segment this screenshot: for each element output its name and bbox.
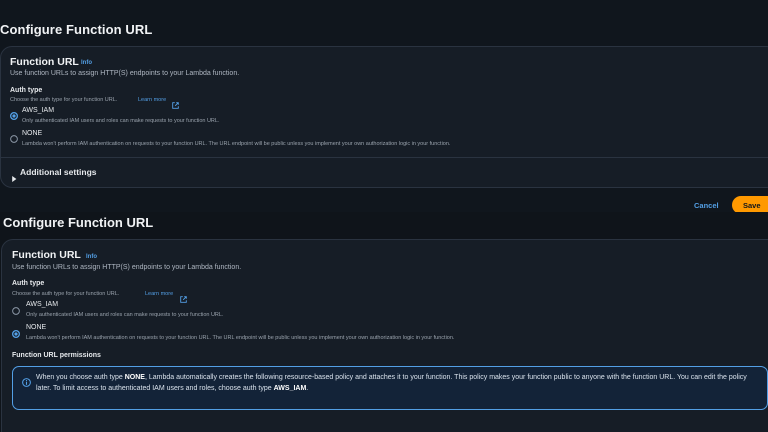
external-link-icon [180, 290, 187, 308]
alert-text-part3: . [306, 385, 309, 392]
learn-more-link[interactable]: Learn more [145, 291, 173, 297]
info-link[interactable]: Info [86, 254, 97, 260]
page-title: Configure Function URL [0, 22, 153, 37]
option-label-aws-iam[interactable]: AWS_IAM [26, 301, 58, 308]
top-panel: Configure Function URL Function URL Info… [0, 0, 768, 224]
radio-aws-iam[interactable] [10, 107, 18, 125]
option-desc-aws-iam: Only authenticated IAM users and roles c… [26, 312, 224, 318]
radio-none[interactable] [12, 325, 20, 343]
additional-settings-toggle[interactable]: Additional settings [20, 167, 97, 177]
auth-type-label: Auth type [12, 280, 45, 287]
info-alert-text: When you choose auth type NONE, Lambda a… [36, 372, 760, 394]
auth-type-hint: Choose the auth type for your function U… [10, 97, 118, 103]
card-divider [1, 157, 768, 158]
option-desc-none: Lambda won't perform IAM authentication … [22, 141, 451, 147]
option-label-none[interactable]: NONE [26, 324, 46, 331]
learn-more-link[interactable]: Learn more [138, 97, 166, 103]
caret-right-icon[interactable] [11, 169, 17, 187]
card-title: Function URL [12, 249, 81, 261]
auth-type-hint: Choose the auth type for your function U… [12, 291, 120, 297]
info-circle-icon [22, 374, 31, 392]
bottom-panel: Configure Function URL Function URL Info… [0, 212, 768, 432]
permissions-label: Function URL permissions [12, 352, 101, 359]
function-url-card [0, 46, 768, 188]
external-link-icon [172, 96, 179, 114]
info-link[interactable]: Info [81, 60, 92, 66]
auth-type-label: Auth type [10, 87, 43, 94]
radio-aws-iam[interactable] [12, 302, 20, 320]
radio-none[interactable] [10, 130, 18, 148]
option-desc-none: Lambda won't perform IAM authentication … [26, 335, 455, 341]
alert-text-aws-iam: AWS_IAM [273, 385, 307, 392]
option-label-aws-iam[interactable]: AWS_IAM [22, 107, 54, 114]
option-desc-aws-iam: Only authenticated IAM users and roles c… [22, 118, 220, 124]
page-title: Configure Function URL [3, 215, 154, 230]
card-description: Use function URLs to assign HTTP(S) endp… [10, 70, 240, 77]
card-description: Use function URLs to assign HTTP(S) endp… [12, 264, 242, 271]
cancel-button[interactable]: Cancel [694, 201, 719, 210]
card-title: Function URL [10, 56, 79, 68]
option-label-none[interactable]: NONE [22, 130, 42, 137]
screenshot-stage: Configure Function URL Function URL Info… [0, 0, 768, 432]
alert-text-part1: When you choose auth type [36, 374, 125, 381]
alert-text-none: NONE [124, 374, 145, 381]
